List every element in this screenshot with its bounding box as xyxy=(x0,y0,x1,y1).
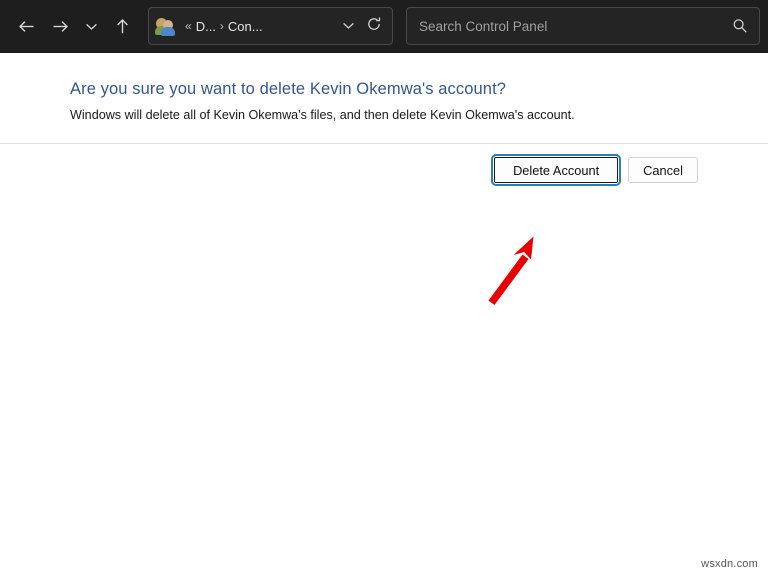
page-description: Windows will delete all of Kevin Okemwa'… xyxy=(70,108,575,122)
arrow-left-icon xyxy=(18,19,35,34)
arrow-right-icon xyxy=(52,19,69,34)
annotation-arrow-icon xyxy=(470,225,550,311)
page-title: Are you sure you want to delete Kevin Ok… xyxy=(70,80,506,99)
address-bar[interactable]: « D... › Con... xyxy=(148,7,393,45)
recent-locations-button[interactable] xyxy=(77,10,105,44)
search-box[interactable] xyxy=(406,7,760,45)
search-icon[interactable] xyxy=(729,15,751,37)
breadcrumb-segment-1[interactable]: Con... xyxy=(228,19,263,34)
cancel-button[interactable]: Cancel xyxy=(628,157,698,183)
delete-account-button[interactable]: Delete Account xyxy=(494,157,618,183)
search-input[interactable] xyxy=(419,19,729,34)
breadcrumb-separator-0: › xyxy=(216,19,228,33)
breadcrumb-segment-0[interactable]: D... xyxy=(196,19,216,34)
content-pane: Are you sure you want to delete Kevin Ok… xyxy=(0,53,768,576)
user-accounts-icon xyxy=(156,17,175,36)
breadcrumb-overflow-chevron[interactable]: « xyxy=(181,19,196,33)
arrow-up-icon xyxy=(115,18,130,35)
watermark: wsxdn.com xyxy=(701,558,758,570)
chevron-down-icon xyxy=(342,17,355,35)
navigation-toolbar: « D... › Con... xyxy=(0,0,768,53)
refresh-icon xyxy=(366,16,382,37)
nav-button-group xyxy=(0,10,139,44)
address-dropdown-button[interactable] xyxy=(336,13,360,39)
back-button[interactable] xyxy=(9,10,43,44)
refresh-button[interactable] xyxy=(360,13,388,39)
breadcrumb: « D... › Con... xyxy=(181,19,336,34)
up-button[interactable] xyxy=(105,10,139,44)
chevron-down-icon xyxy=(85,22,98,31)
content-divider xyxy=(0,143,768,144)
forward-button[interactable] xyxy=(43,10,77,44)
action-button-row: Delete Account Cancel xyxy=(494,157,698,183)
